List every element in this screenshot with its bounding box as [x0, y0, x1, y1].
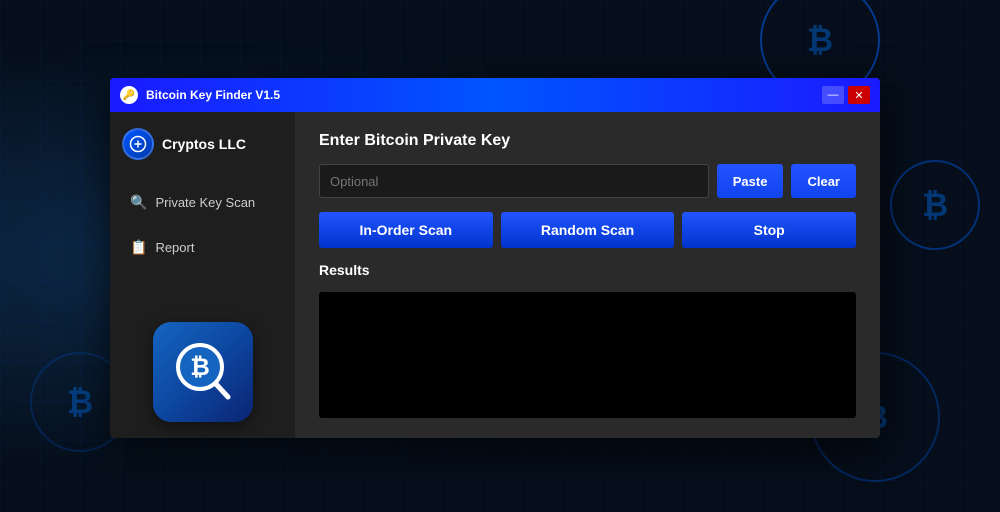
sidebar-item-report[interactable]: 📋 Report	[122, 233, 283, 262]
app-logo-inner: ₿	[168, 337, 238, 407]
sidebar-item-label-report: Report	[155, 240, 194, 255]
brand-icon	[122, 128, 154, 160]
brand-name: Cryptos LLC	[162, 136, 246, 152]
clear-button[interactable]: Clear	[791, 164, 856, 198]
report-icon: 📋	[130, 239, 147, 256]
titlebar-icon: 🔑	[120, 86, 138, 104]
sidebar-item-label-scan: Private Key Scan	[155, 195, 255, 210]
results-title: Results	[319, 262, 856, 278]
in-order-scan-button[interactable]: In-Order Scan	[319, 212, 493, 248]
titlebar: 🔑 Bitcoin Key Finder V1.5 — ✕	[110, 78, 880, 112]
main-content: Enter Bitcoin Private Key Paste Clear In…	[295, 112, 880, 438]
titlebar-title: Bitcoin Key Finder V1.5	[146, 88, 814, 102]
main-window: 🔑 Bitcoin Key Finder V1.5 — ✕ Cryptos LL…	[110, 78, 880, 438]
random-scan-button[interactable]: Random Scan	[501, 212, 675, 248]
app-logo: ₿	[153, 322, 253, 422]
search-icon: 🔍	[130, 194, 147, 211]
brand: Cryptos LLC	[122, 128, 283, 172]
results-area	[319, 292, 856, 418]
action-row: In-Order Scan Random Scan Stop	[319, 212, 856, 248]
stop-button[interactable]: Stop	[682, 212, 856, 248]
close-button[interactable]: ✕	[848, 86, 870, 104]
input-row: Paste Clear	[319, 164, 856, 198]
section-title: Enter Bitcoin Private Key	[319, 132, 856, 150]
sidebar-item-private-key-scan[interactable]: 🔍 Private Key Scan	[122, 188, 283, 217]
paste-button[interactable]: Paste	[717, 164, 784, 198]
minimize-button[interactable]: —	[822, 86, 844, 104]
private-key-input[interactable]	[319, 164, 709, 198]
bg-circle-2: ₿	[890, 160, 980, 250]
sidebar: Cryptos LLC 🔍 Private Key Scan 📋 Report …	[110, 112, 295, 438]
svg-text:₿: ₿	[190, 354, 210, 381]
titlebar-controls: — ✕	[822, 86, 870, 104]
window-body: Cryptos LLC 🔍 Private Key Scan 📋 Report …	[110, 112, 880, 438]
